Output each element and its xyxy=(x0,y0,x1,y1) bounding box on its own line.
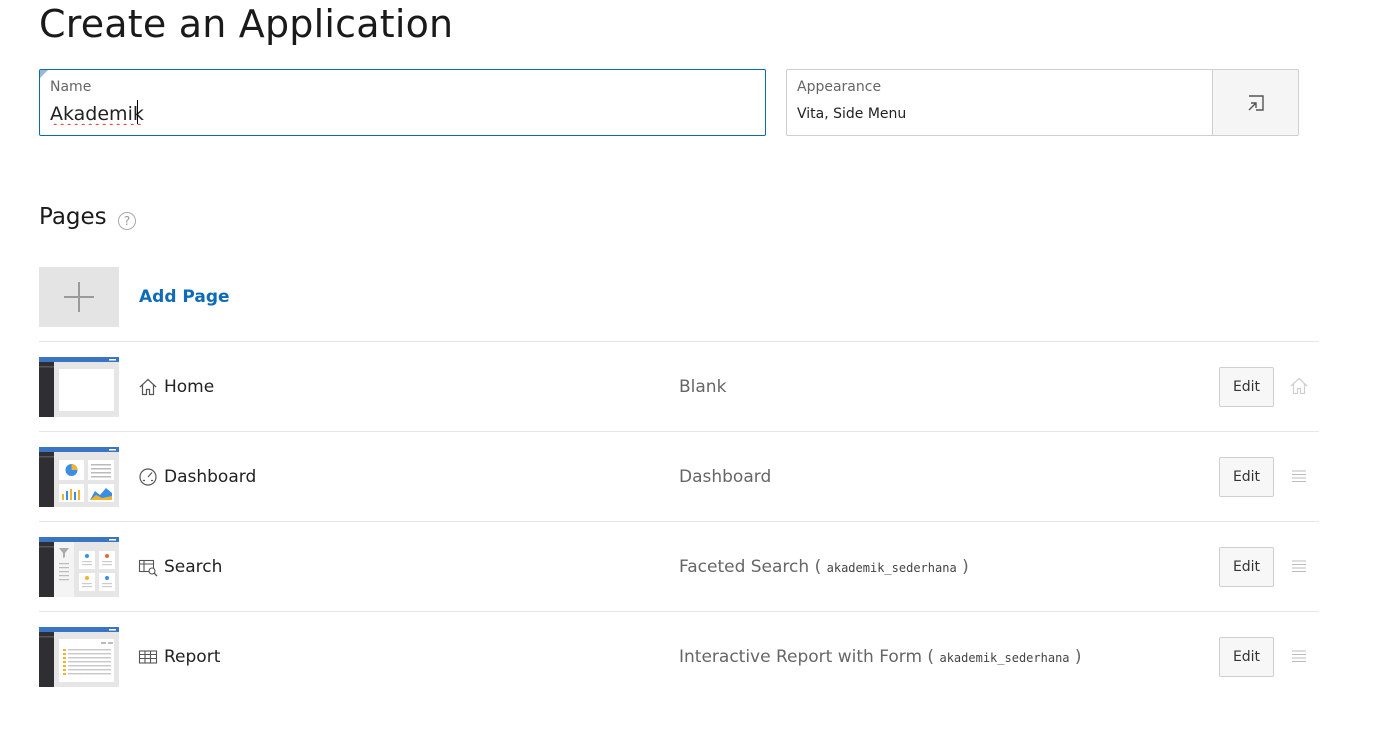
page-type-label: Blank xyxy=(679,377,727,397)
name-field-label: Name xyxy=(50,79,92,95)
page-name: Search xyxy=(164,557,223,577)
edit-button[interactable]: Edit xyxy=(1219,637,1274,677)
page-name: Report xyxy=(164,647,221,667)
plus-icon xyxy=(64,282,94,312)
page-row-home: Home Blank Edit xyxy=(39,341,1319,431)
pages-section-title: Pages xyxy=(39,204,107,230)
page-type-label: Faceted Search xyxy=(679,557,810,577)
name-input[interactable] xyxy=(50,103,750,125)
page-type-label: Dashboard xyxy=(679,467,772,487)
home-icon xyxy=(139,378,157,396)
faceted-search-page-thumbnail xyxy=(39,537,119,597)
question-mark-icon[interactable]: ? xyxy=(118,212,136,230)
page-title: Create an Application xyxy=(39,2,454,46)
text-caret xyxy=(137,100,138,124)
appearance-field-label: Appearance xyxy=(797,79,882,95)
appearance-value: Vita, Side Menu xyxy=(797,106,907,122)
page-row-dashboard: Dashboard Dashboard Edit xyxy=(39,431,1319,521)
appearance-select-button[interactable] xyxy=(1212,69,1299,136)
page-type: Blank xyxy=(679,377,726,397)
add-page-link[interactable]: Add Page xyxy=(139,287,230,307)
page-name: Home xyxy=(164,377,215,397)
dashboard-page-thumbnail xyxy=(39,447,119,507)
page-row-report: Report Interactive Report with Form ( ak… xyxy=(39,611,1319,701)
blank-page-thumbnail xyxy=(39,357,119,417)
page-type: Faceted Search ( akademik_sederhana ) xyxy=(679,557,969,577)
table-icon xyxy=(138,650,158,664)
edit-button[interactable]: Edit xyxy=(1219,547,1274,587)
drag-handle-icon[interactable] xyxy=(1289,466,1309,486)
source-table-name: akademik_sederhana xyxy=(826,561,957,575)
page-type: Dashboard xyxy=(679,467,771,487)
edit-button[interactable]: Edit xyxy=(1219,367,1274,407)
page-type-label: Interactive Report with Form xyxy=(679,647,923,667)
home-page-indicator-icon xyxy=(1290,377,1308,395)
drag-handle-icon[interactable] xyxy=(1289,556,1309,576)
faceted-search-icon xyxy=(138,559,158,577)
interactive-report-page-thumbnail xyxy=(39,627,119,687)
source-table-name: akademik_sederhana xyxy=(939,651,1070,665)
popup-select-icon xyxy=(1248,94,1264,111)
add-page-tile[interactable] xyxy=(39,267,119,327)
drag-handle-icon[interactable] xyxy=(1289,646,1309,666)
page-row-search: Search Faceted Search ( akademik_sederha… xyxy=(39,521,1319,611)
dashboard-gauge-icon xyxy=(139,468,157,486)
appearance-field[interactable]: Appearance Vita, Side Menu xyxy=(786,69,1213,136)
name-field[interactable]: Name xyxy=(39,69,766,136)
page-name: Dashboard xyxy=(164,467,257,487)
page-type: Interactive Report with Form ( akademik_… xyxy=(679,647,1082,667)
edit-button[interactable]: Edit xyxy=(1219,457,1274,497)
